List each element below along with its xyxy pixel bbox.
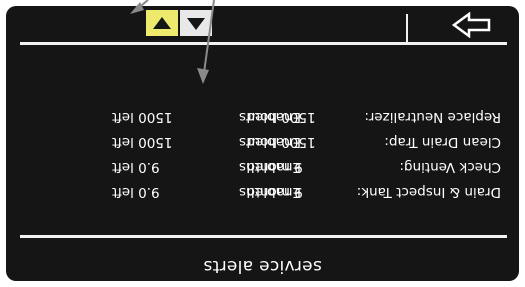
service-alerts-screen: service alerts Drain & Inspect Tank: Ena… (6, 6, 519, 281)
scroll-down-button[interactable] (146, 10, 178, 36)
alert-name: Clean Drain Trap: (384, 134, 501, 150)
alert-row: Check Venting: Enabled 9 months 9.0 left (6, 156, 519, 178)
footer-divider (20, 42, 507, 45)
alert-row: Drain & Inspect Tank: Enabled 9 months 9… (6, 181, 519, 203)
display-frame: service alerts Drain & Inspect Tank: Ena… (0, 0, 525, 287)
scroll-up-button[interactable] (180, 10, 212, 36)
alert-name: Replace Neutralizer: (364, 109, 501, 125)
triangle-up-icon (187, 18, 205, 30)
title-divider (20, 235, 507, 238)
outline-right-arrow-icon (451, 11, 491, 39)
alert-limit: 9 months (239, 184, 303, 200)
alert-limit: 1500 hours (239, 109, 316, 125)
screen-title: service alerts (203, 256, 322, 276)
alert-name: Check Venting: (399, 159, 501, 175)
alert-name: Drain & Inspect Tank: (356, 184, 501, 200)
alert-limit: 9 months (239, 159, 303, 175)
nav-divider (406, 14, 408, 42)
navigation-bar (6, 6, 519, 42)
alert-remaining: 9.0 left (112, 159, 160, 175)
alert-remaining: 1500 left (112, 109, 173, 125)
alert-row: Clean Drain Trap: Enabled 1500 hours 150… (6, 131, 519, 153)
next-screen-button[interactable] (447, 11, 495, 39)
alert-remaining: 1500 left (112, 134, 173, 150)
alert-remaining: 9.0 left (112, 184, 160, 200)
alert-limit: 1500 hours (239, 134, 316, 150)
alert-row: Replace Neutralizer: Enabled 1500 hours … (6, 106, 519, 128)
triangle-down-icon (153, 17, 171, 29)
